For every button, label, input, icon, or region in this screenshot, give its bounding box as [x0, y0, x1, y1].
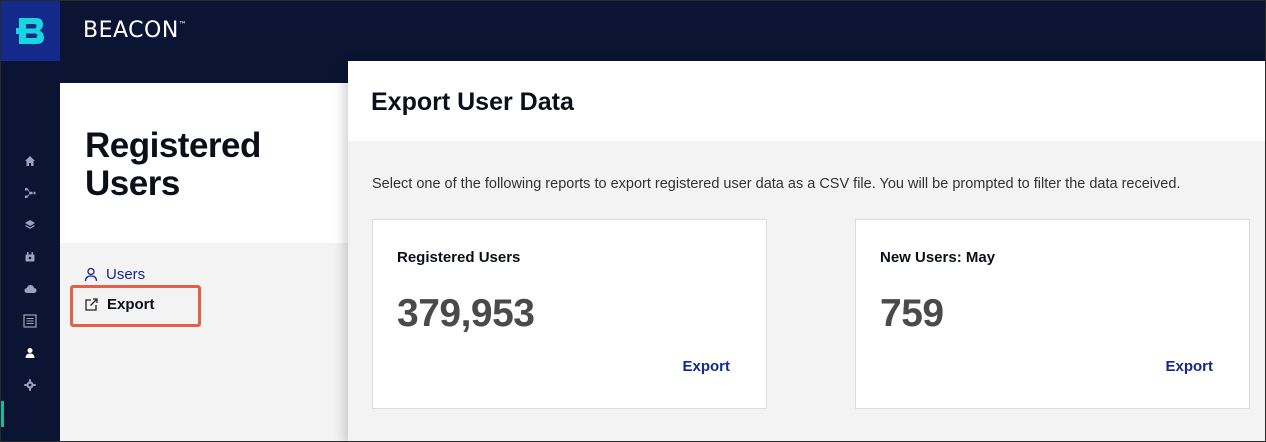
- nav-item-export[interactable]: Export: [84, 296, 155, 313]
- card-value: 379,953: [397, 292, 535, 335]
- nav-item-label: Export: [107, 296, 155, 313]
- list-icon[interactable]: [22, 313, 38, 329]
- export-registered-users-link[interactable]: Export: [682, 358, 730, 375]
- device-icon[interactable]: [22, 249, 38, 265]
- card-value: 759: [880, 292, 944, 335]
- user-icon[interactable]: [22, 345, 38, 361]
- card-title: Registered Users: [397, 249, 521, 266]
- panel-title: Export User Data: [371, 88, 574, 116]
- brand-name: BEACON™: [83, 18, 188, 43]
- panel-description: Select one of the following reports to e…: [372, 176, 1181, 192]
- page-title-area: Registered Users: [60, 83, 360, 243]
- layers-icon[interactable]: [22, 217, 38, 233]
- external-link-icon: [85, 298, 98, 311]
- card-title: New Users: May: [880, 249, 996, 266]
- rail-active-indicator: [1, 401, 4, 427]
- icon-rail: [1, 61, 60, 441]
- page-title: Registered Users: [85, 126, 261, 203]
- app-window: BEACON™ Registered Users Users Export Ex…: [0, 0, 1266, 442]
- app-logo[interactable]: [1, 1, 60, 61]
- report-card-new-users: New Users: May 759 Export: [855, 219, 1250, 409]
- beacon-logo-icon: [15, 18, 44, 44]
- export-user-data-panel: Export User Data Select one of the follo…: [348, 61, 1265, 441]
- report-card-registered-users: Registered Users 379,953 Export: [372, 219, 767, 409]
- user-outline-icon: [84, 267, 98, 282]
- left-panel: Registered Users Users Export: [60, 83, 360, 441]
- top-bar: BEACON™: [1, 1, 1265, 61]
- export-new-users-link[interactable]: Export: [1165, 358, 1213, 375]
- cloud-icon[interactable]: [22, 281, 38, 297]
- panel-header: Export User Data: [348, 61, 1265, 141]
- gear-icon[interactable]: [22, 377, 38, 393]
- flow-icon[interactable]: [22, 185, 38, 201]
- nav-item-label: Users: [106, 266, 146, 283]
- nav-item-users[interactable]: Users: [84, 266, 145, 283]
- home-icon[interactable]: [22, 153, 38, 169]
